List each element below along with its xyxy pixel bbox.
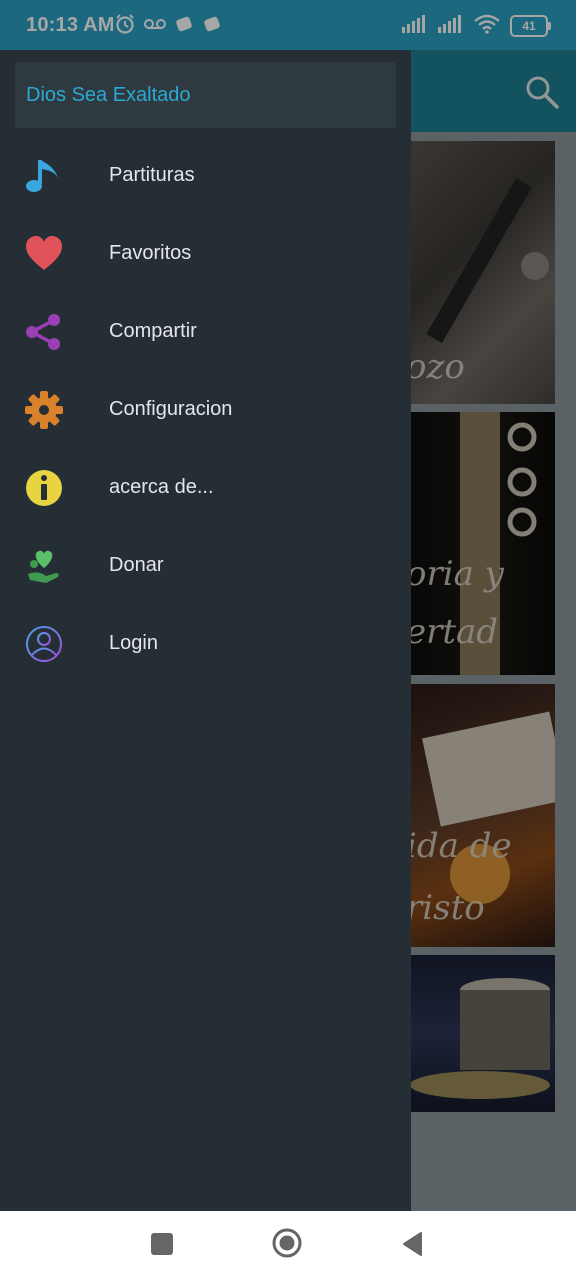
- menu-item-label: Login: [109, 632, 158, 654]
- menu-item-label: Compartir: [109, 320, 197, 342]
- donate-icon: [24, 546, 64, 586]
- user-icon: [24, 624, 64, 664]
- menu-item-label: Configuracion: [109, 398, 233, 420]
- system-nav-bar: [0, 1211, 576, 1280]
- music-note-icon: [24, 156, 64, 196]
- gear-icon: [24, 390, 64, 430]
- menu-item-label: Partituras: [109, 164, 195, 186]
- menu-item-favoritos[interactable]: Favoritos: [0, 214, 411, 292]
- drawer-header: Dios Sea Exaltado: [15, 62, 396, 128]
- menu-item-configuracion[interactable]: Configuracion: [0, 370, 411, 448]
- menu-item-login[interactable]: Login: [0, 604, 411, 682]
- menu-item-label: acerca de...: [109, 476, 214, 498]
- share-icon: [24, 312, 64, 352]
- menu-item-label: Donar: [109, 554, 164, 576]
- menu-item-acerca[interactable]: acerca de...: [0, 448, 411, 526]
- recents-button[interactable]: [151, 1233, 173, 1255]
- info-icon: [24, 468, 64, 508]
- menu-item-label: Favoritos: [109, 242, 192, 264]
- back-button[interactable]: [401, 1231, 423, 1257]
- home-button[interactable]: [272, 1228, 302, 1258]
- menu-item-partituras[interactable]: Partituras: [0, 136, 411, 214]
- menu-item-compartir[interactable]: Compartir: [0, 292, 411, 370]
- navigation-drawer: Dios Sea Exaltado Partituras Favoritos C…: [0, 50, 411, 1211]
- drawer-title: Dios Sea Exaltado: [26, 84, 191, 106]
- menu-item-donar[interactable]: Donar: [0, 526, 411, 604]
- heart-icon: [24, 234, 64, 274]
